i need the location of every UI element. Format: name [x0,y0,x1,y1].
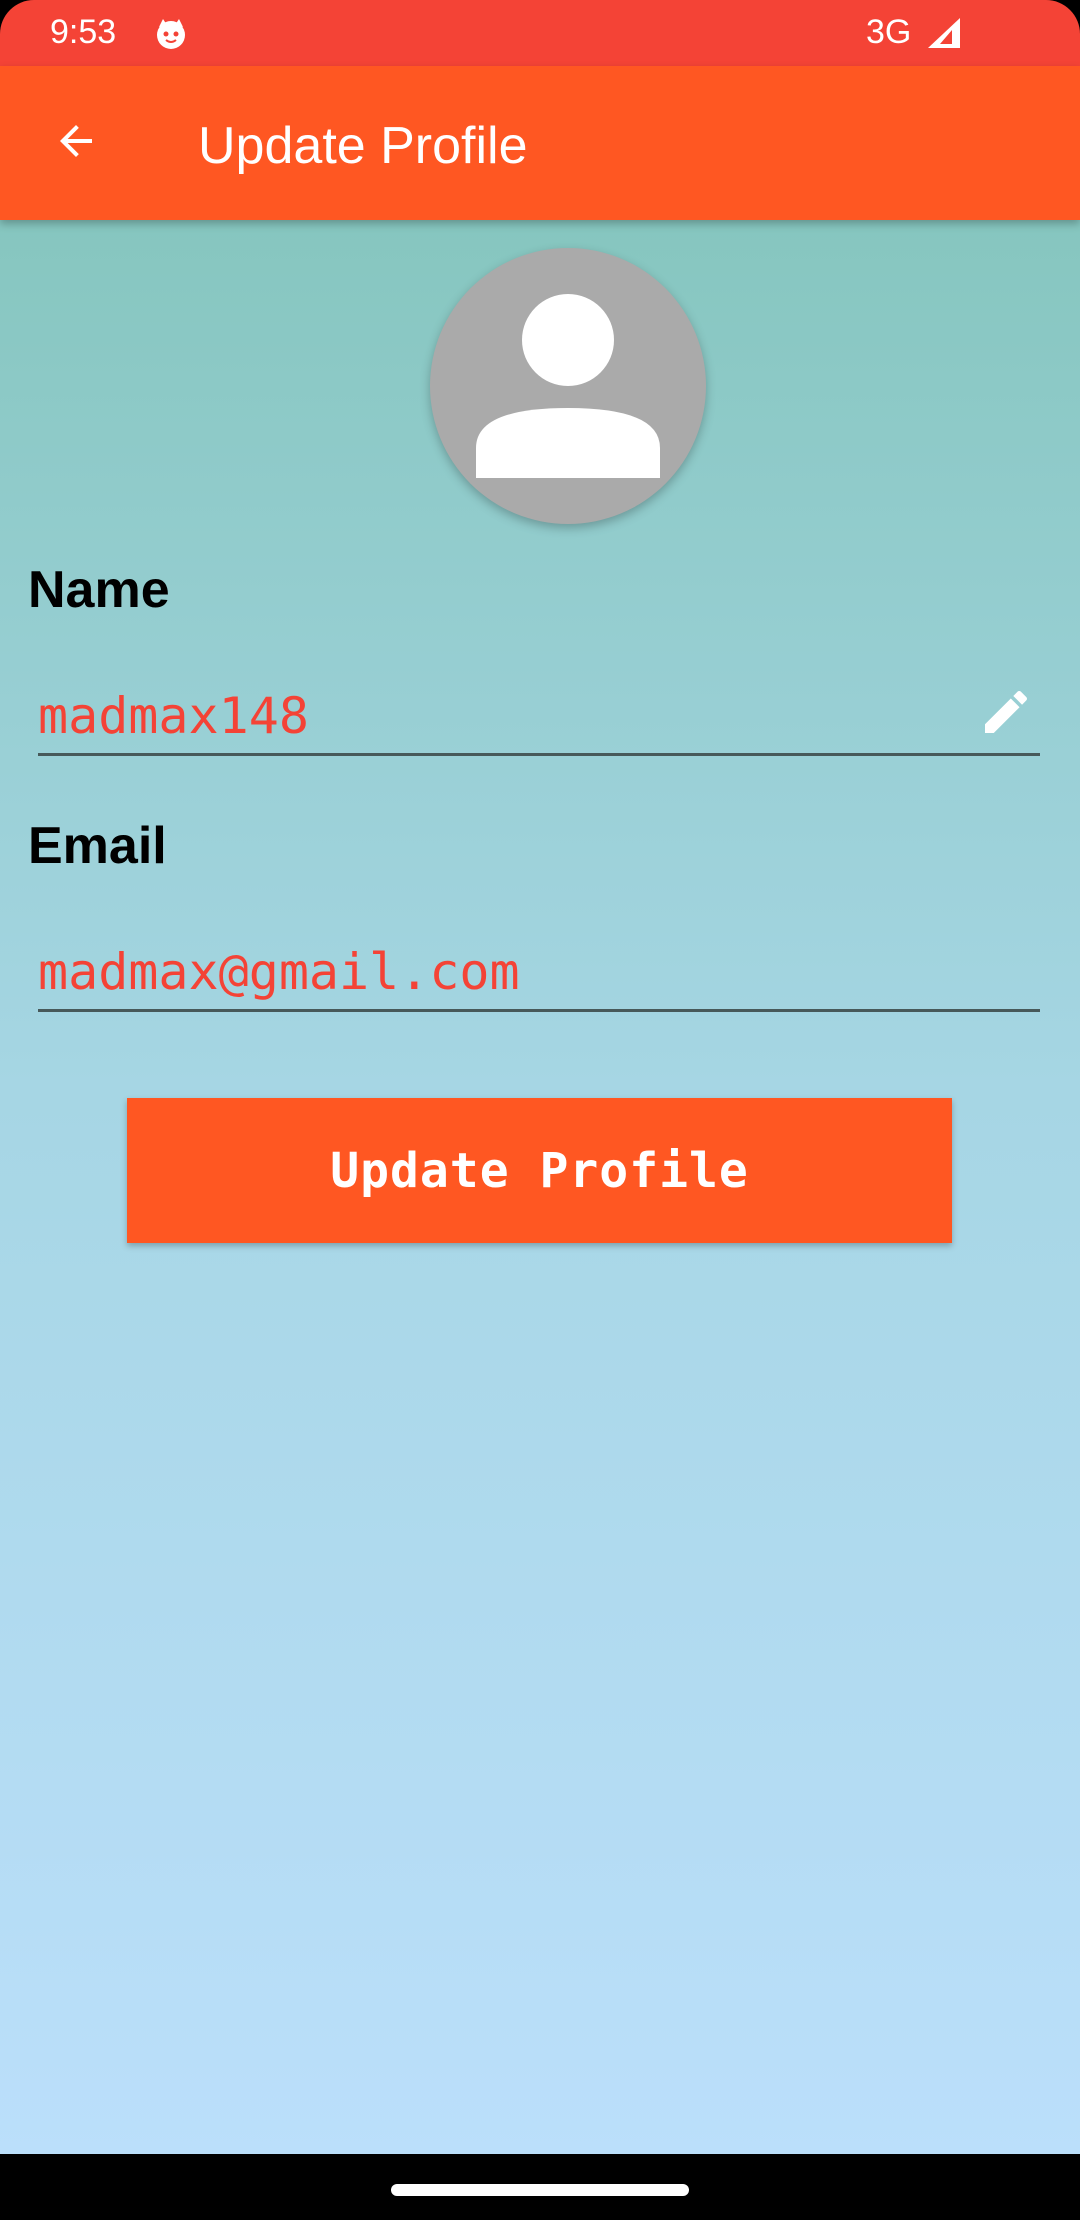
email-value: madmax@gmail.com [38,943,520,1001]
avatar[interactable] [430,248,706,524]
pencil-icon[interactable] [978,684,1034,740]
signal-icon [926,16,962,50]
email-field[interactable]: madmax@gmail.com [38,932,1040,1012]
name-field[interactable]: madmax148 [38,676,1040,756]
arrow-back-icon [52,117,100,170]
network-type: 3G [866,13,912,51]
status-time: 9:53 [50,13,117,51]
home-indicator[interactable] [391,2184,689,2196]
app-bar: Update Profile [0,66,1080,220]
name-label: Name [28,561,170,619]
email-label: Email [28,817,167,875]
status-bar: 9:53 3G [0,0,1080,66]
profile-form: Name madmax148 Email madmax@gmail.com Up… [0,220,1080,2154]
name-value: madmax148 [38,687,309,745]
navigation-bar [0,2154,1080,2220]
person-icon [430,294,706,524]
update-profile-button[interactable]: Update Profile [127,1098,952,1243]
cat-face-icon [154,17,188,51]
back-button[interactable] [36,110,116,176]
page-title: Update Profile [198,117,528,175]
